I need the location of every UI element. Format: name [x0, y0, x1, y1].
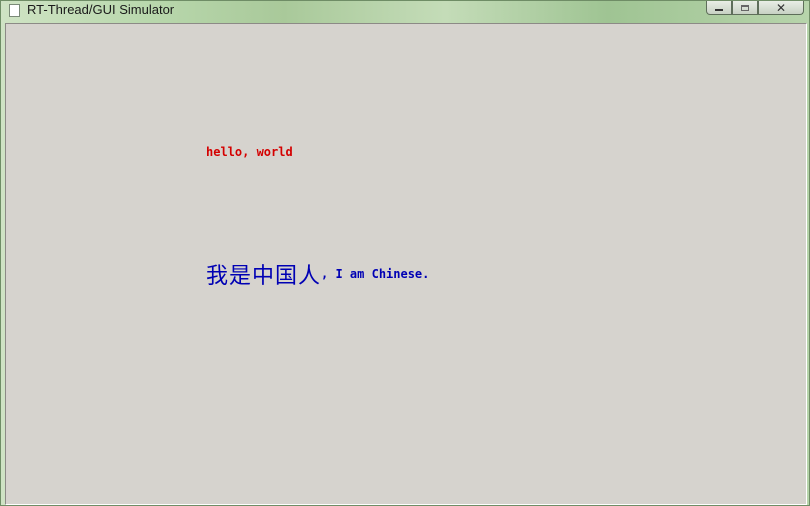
- close-icon: ✕: [775, 0, 787, 15]
- maximize-icon: [741, 4, 749, 11]
- minimize-icon: [715, 8, 723, 11]
- gui-canvas[interactable]: hello, world 我是中国人 , I am Chinese.: [5, 23, 807, 505]
- english-text: , I am Chinese.: [321, 267, 430, 281]
- close-button[interactable]: ✕: [758, 1, 804, 15]
- chinese-text-line: 我是中国人 , I am Chinese.: [206, 262, 429, 292]
- simulator-window: RT-Thread/GUI Simulator ✕ hello, world 我…: [0, 0, 810, 506]
- chinese-text: 我是中国人: [206, 264, 322, 289]
- window-title: RT-Thread/GUI Simulator: [27, 2, 175, 17]
- minimize-button[interactable]: [706, 1, 732, 15]
- title-bar[interactable]: RT-Thread/GUI Simulator ✕: [1, 1, 809, 21]
- app-icon: [9, 4, 20, 17]
- hello-world-text: hello, world: [206, 145, 293, 159]
- maximize-button[interactable]: [732, 1, 758, 15]
